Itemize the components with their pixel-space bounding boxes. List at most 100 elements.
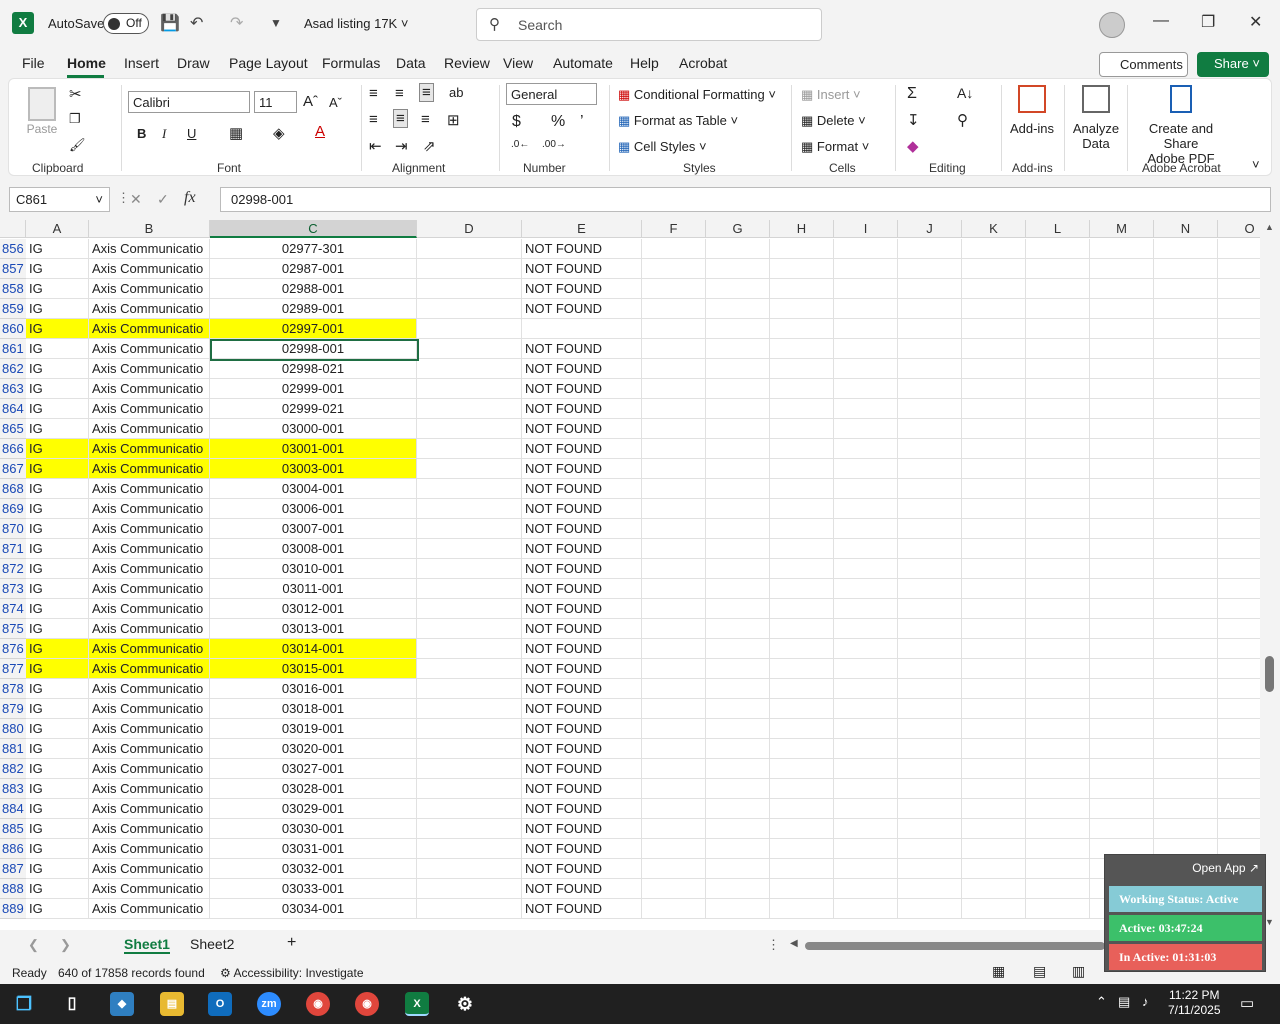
cell-empty[interactable] bbox=[642, 279, 706, 299]
cell-empty[interactable] bbox=[1154, 459, 1218, 479]
cell-c[interactable]: 03000-001 bbox=[210, 419, 417, 439]
cell-d[interactable] bbox=[417, 399, 522, 419]
cell-empty[interactable] bbox=[770, 339, 834, 359]
cell-empty[interactable] bbox=[898, 239, 962, 259]
cell-empty[interactable] bbox=[834, 879, 898, 899]
cell-c[interactable]: 03006-001 bbox=[210, 499, 417, 519]
analyze-data-button[interactable]: Analyze Data bbox=[1071, 85, 1121, 151]
cell-d[interactable] bbox=[417, 299, 522, 319]
comma-style-icon[interactable]: ’ bbox=[580, 113, 584, 131]
cell-empty[interactable] bbox=[898, 839, 962, 859]
cell-d[interactable] bbox=[417, 639, 522, 659]
cell-empty[interactable] bbox=[706, 539, 770, 559]
cell-empty[interactable] bbox=[898, 659, 962, 679]
cell-d[interactable] bbox=[417, 379, 522, 399]
cell-empty[interactable] bbox=[642, 439, 706, 459]
cell-empty[interactable] bbox=[706, 459, 770, 479]
cell-c[interactable]: 03001-001 bbox=[210, 439, 417, 459]
cell-empty[interactable] bbox=[642, 799, 706, 819]
tab-insert[interactable]: Insert bbox=[124, 55, 159, 71]
paste-button[interactable]: Paste bbox=[25, 87, 59, 136]
cell-e[interactable]: NOT FOUND bbox=[522, 239, 642, 259]
cell-empty[interactable] bbox=[1090, 459, 1154, 479]
cell-empty[interactable] bbox=[642, 259, 706, 279]
cell-empty[interactable] bbox=[770, 599, 834, 619]
cell-a[interactable]: IG bbox=[26, 399, 89, 419]
cell-empty[interactable] bbox=[642, 699, 706, 719]
cell-empty[interactable] bbox=[706, 779, 770, 799]
cell-a[interactable]: IG bbox=[26, 259, 89, 279]
cell-d[interactable] bbox=[417, 739, 522, 759]
cell-b[interactable]: Axis Communicatio bbox=[89, 839, 210, 859]
cell-empty[interactable] bbox=[1090, 539, 1154, 559]
minimize-icon[interactable]: — bbox=[1153, 12, 1169, 30]
cell-e[interactable]: NOT FOUND bbox=[522, 859, 642, 879]
system-clock[interactable]: 11:22 PM 7/11/2025 bbox=[1168, 988, 1221, 1018]
cell-empty[interactable] bbox=[1026, 859, 1090, 879]
cell-b[interactable]: Axis Communicatio bbox=[89, 359, 210, 379]
cell-empty[interactable] bbox=[1218, 779, 1260, 799]
cell-empty[interactable] bbox=[962, 439, 1026, 459]
cell-empty[interactable] bbox=[706, 839, 770, 859]
cell-empty[interactable] bbox=[1154, 359, 1218, 379]
cell-empty[interactable] bbox=[1026, 799, 1090, 819]
cell-empty[interactable] bbox=[962, 539, 1026, 559]
cell-empty[interactable] bbox=[770, 459, 834, 479]
cell-empty[interactable] bbox=[1218, 639, 1260, 659]
cell-empty[interactable] bbox=[706, 559, 770, 579]
more-options-icon[interactable]: ⋮ bbox=[117, 190, 130, 206]
cell-a[interactable]: IG bbox=[26, 459, 89, 479]
row-number[interactable]: 870 bbox=[0, 519, 26, 539]
cell-empty[interactable] bbox=[962, 579, 1026, 599]
cell-empty[interactable] bbox=[1154, 799, 1218, 819]
cell-b[interactable]: Axis Communicatio bbox=[89, 679, 210, 699]
underline-button[interactable]: U bbox=[187, 126, 196, 141]
cell-c[interactable]: 03010-001 bbox=[210, 559, 417, 579]
cell-e[interactable]: NOT FOUND bbox=[522, 599, 642, 619]
cell-empty[interactable] bbox=[834, 799, 898, 819]
cell-empty[interactable] bbox=[962, 759, 1026, 779]
column-header-e[interactable]: E bbox=[522, 220, 642, 238]
cell-empty[interactable] bbox=[898, 519, 962, 539]
cell-empty[interactable] bbox=[770, 859, 834, 879]
cell-empty[interactable] bbox=[1154, 779, 1218, 799]
cell-d[interactable] bbox=[417, 759, 522, 779]
cell-empty[interactable] bbox=[1218, 719, 1260, 739]
cell-e[interactable]: NOT FOUND bbox=[522, 259, 642, 279]
cell-empty[interactable] bbox=[706, 439, 770, 459]
cell-empty[interactable] bbox=[1026, 759, 1090, 779]
cell-d[interactable] bbox=[417, 559, 522, 579]
cell-empty[interactable] bbox=[642, 299, 706, 319]
cell-empty[interactable] bbox=[706, 419, 770, 439]
zoom-icon[interactable]: zm bbox=[257, 992, 281, 1016]
cell-d[interactable] bbox=[417, 719, 522, 739]
cell-empty[interactable] bbox=[706, 699, 770, 719]
cell-a[interactable]: IG bbox=[26, 419, 89, 439]
cell-e[interactable]: NOT FOUND bbox=[522, 799, 642, 819]
file-explorer-icon[interactable]: ▤ bbox=[160, 992, 184, 1016]
cell-empty[interactable] bbox=[1154, 739, 1218, 759]
row-number[interactable]: 888 bbox=[0, 879, 26, 899]
cell-b[interactable]: Axis Communicatio bbox=[89, 339, 210, 359]
cell-a[interactable]: IG bbox=[26, 759, 89, 779]
cell-empty[interactable] bbox=[1218, 479, 1260, 499]
vertical-scroll-thumb[interactable] bbox=[1265, 656, 1274, 692]
cell-empty[interactable] bbox=[1090, 799, 1154, 819]
cell-empty[interactable] bbox=[898, 739, 962, 759]
cell-empty[interactable] bbox=[706, 359, 770, 379]
cell-empty[interactable] bbox=[962, 639, 1026, 659]
cell-empty[interactable] bbox=[962, 339, 1026, 359]
cell-empty[interactable] bbox=[1154, 419, 1218, 439]
cell-b[interactable]: Axis Communicatio bbox=[89, 799, 210, 819]
scroll-up-icon[interactable]: ▲ bbox=[1265, 222, 1274, 232]
cell-b[interactable]: Axis Communicatio bbox=[89, 439, 210, 459]
column-header-i[interactable]: I bbox=[834, 220, 898, 238]
cell-empty[interactable] bbox=[898, 559, 962, 579]
cell-empty[interactable] bbox=[834, 739, 898, 759]
cell-empty[interactable] bbox=[898, 879, 962, 899]
cell-empty[interactable] bbox=[770, 499, 834, 519]
cell-empty[interactable] bbox=[642, 479, 706, 499]
cell-empty[interactable] bbox=[834, 379, 898, 399]
cell-empty[interactable] bbox=[962, 739, 1026, 759]
cell-empty[interactable] bbox=[898, 639, 962, 659]
